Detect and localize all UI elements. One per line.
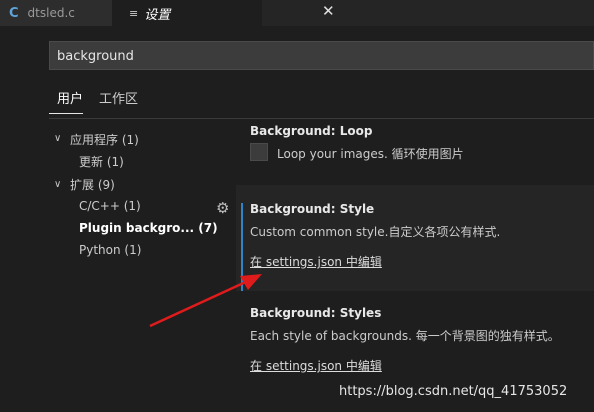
arrow-shaft	[149, 278, 251, 328]
annotation-arrow	[149, 274, 262, 328]
watermark: https://blog.csdn.net/qq_41753052	[339, 384, 568, 399]
